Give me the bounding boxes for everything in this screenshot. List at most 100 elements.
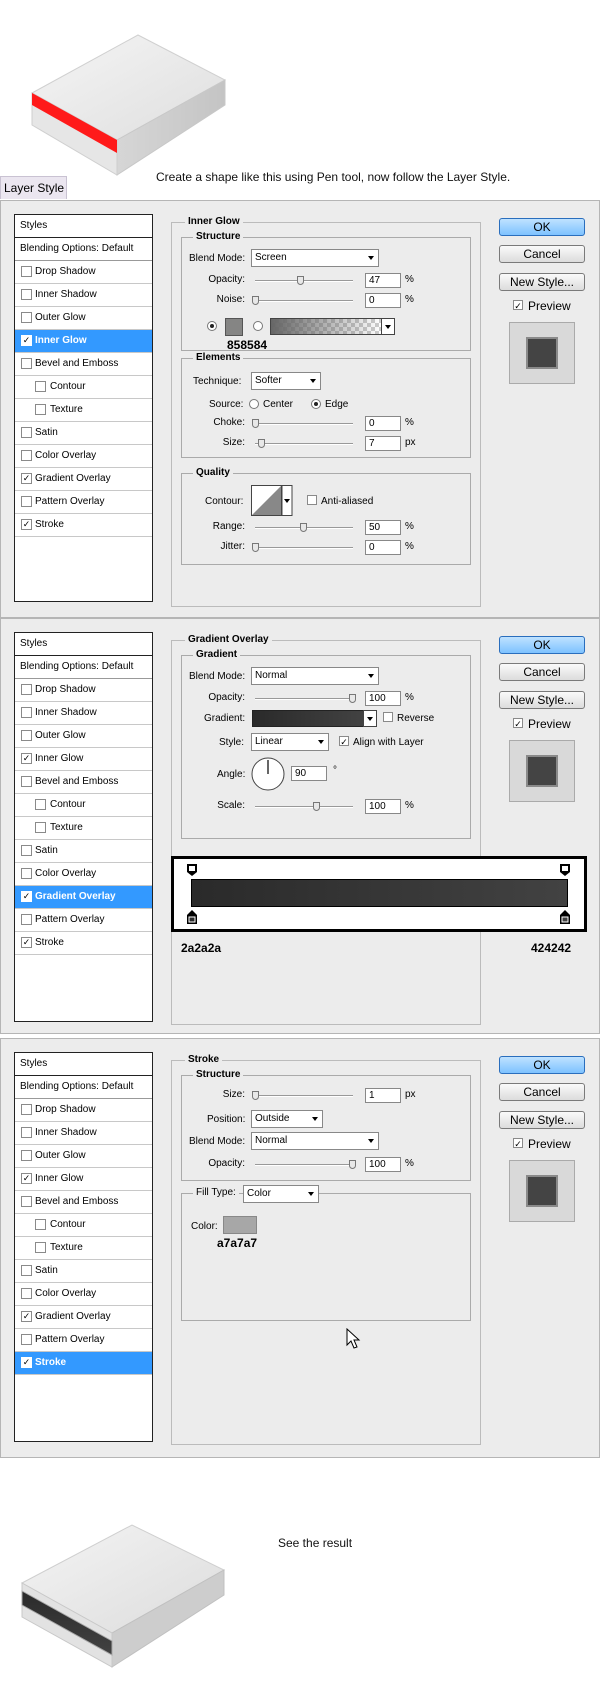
style-stroke[interactable]: ✓ Stroke: [15, 1352, 152, 1375]
style-drop-shadow[interactable]: Drop Shadow: [15, 679, 152, 702]
checkbox[interactable]: [21, 358, 32, 369]
checkbox[interactable]: [35, 381, 46, 392]
style-pattern-overlay[interactable]: Pattern Overlay: [15, 1329, 152, 1352]
style-bevel-emboss[interactable]: Bevel and Emboss: [15, 353, 152, 376]
style-drop-shadow[interactable]: Drop Shadow: [15, 1099, 152, 1122]
scale-slider-thumb[interactable]: [313, 802, 320, 811]
style-texture[interactable]: Texture: [15, 399, 152, 422]
color-stop-right[interactable]: [559, 909, 571, 925]
style-color-overlay[interactable]: Color Overlay: [15, 445, 152, 468]
checkbox[interactable]: [21, 450, 32, 461]
opacity-slider-thumb[interactable]: [349, 694, 356, 703]
gradient-picker[interactable]: [252, 710, 364, 727]
style-outer-glow[interactable]: Outer Glow: [15, 725, 152, 748]
style-inner-shadow[interactable]: Inner Shadow: [15, 702, 152, 725]
size-slider-track[interactable]: [255, 443, 353, 445]
size-slider-thumb[interactable]: [258, 439, 265, 448]
noise-input[interactable]: 0: [365, 293, 401, 308]
style-inner-glow[interactable]: ✓ Inner Glow: [15, 748, 152, 771]
contour-picker[interactable]: [251, 485, 293, 517]
preview-checkbox[interactable]: ✓: [513, 300, 523, 311]
preview-checkbox[interactable]: ✓: [513, 1138, 523, 1149]
align-with-layer-checkbox[interactable]: ✓: [339, 736, 349, 747]
blend-mode-select[interactable]: Normal: [251, 1132, 379, 1150]
choke-slider-track[interactable]: [255, 423, 353, 425]
style-pattern-overlay[interactable]: Pattern Overlay: [15, 491, 152, 514]
checkbox[interactable]: [21, 496, 32, 507]
checkbox[interactable]: [21, 289, 32, 300]
styles-header[interactable]: Styles: [15, 1053, 152, 1076]
checkbox-checked[interactable]: ✓: [21, 335, 32, 346]
checkbox[interactable]: [21, 1150, 32, 1161]
checkbox[interactable]: [21, 1288, 32, 1299]
checkbox-checked[interactable]: ✓: [21, 1173, 32, 1184]
style-stroke[interactable]: ✓ Stroke: [15, 932, 152, 955]
size-input[interactable]: 1: [365, 1088, 401, 1103]
opacity-input[interactable]: 100: [365, 691, 401, 706]
checkbox-checked[interactable]: ✓: [21, 1311, 32, 1322]
gradient-dropdown[interactable]: [381, 318, 395, 335]
checkbox[interactable]: [21, 868, 32, 879]
color-radio[interactable]: [207, 321, 217, 331]
checkbox[interactable]: [21, 914, 32, 925]
style-inner-glow[interactable]: ✓ Inner Glow: [15, 330, 152, 353]
gradient-dropdown[interactable]: [363, 710, 377, 727]
layer-style-tab[interactable]: Layer Style: [0, 176, 67, 199]
new-style-button[interactable]: New Style...: [499, 1111, 585, 1129]
source-edge-radio[interactable]: [311, 399, 321, 409]
style-outer-glow[interactable]: Outer Glow: [15, 307, 152, 330]
cancel-button[interactable]: Cancel: [499, 245, 585, 263]
opacity-stop-right[interactable]: [559, 863, 571, 877]
style-gradient-overlay[interactable]: ✓ Gradient Overlay: [15, 886, 152, 909]
checkbox[interactable]: [35, 404, 46, 415]
checkbox[interactable]: [21, 1334, 32, 1345]
glow-color-swatch[interactable]: [225, 318, 243, 336]
checkbox[interactable]: [21, 1127, 32, 1138]
style-gradient-overlay[interactable]: ✓ Gradient Overlay: [15, 1306, 152, 1329]
checkbox[interactable]: [35, 799, 46, 810]
style-pattern-overlay[interactable]: Pattern Overlay: [15, 909, 152, 932]
style-color-overlay[interactable]: Color Overlay: [15, 1283, 152, 1306]
angle-input[interactable]: 90: [291, 766, 327, 781]
opacity-slider-track[interactable]: [255, 1164, 353, 1166]
technique-select[interactable]: Softer: [251, 372, 321, 390]
checkbox[interactable]: [21, 730, 32, 741]
new-style-button[interactable]: New Style...: [499, 273, 585, 291]
checkbox[interactable]: [21, 684, 32, 695]
checkbox[interactable]: [21, 845, 32, 856]
size-slider-track[interactable]: [255, 1095, 353, 1097]
preview-checkbox[interactable]: ✓: [513, 718, 523, 729]
blend-mode-select[interactable]: Screen: [251, 249, 379, 267]
range-slider-thumb[interactable]: [300, 523, 307, 532]
style-texture[interactable]: Texture: [15, 1237, 152, 1260]
range-input[interactable]: 50: [365, 520, 401, 535]
style-bevel-emboss[interactable]: Bevel and Emboss: [15, 771, 152, 794]
noise-slider-thumb[interactable]: [252, 296, 259, 305]
noise-slider-track[interactable]: [255, 300, 353, 302]
scale-input[interactable]: 100: [365, 799, 401, 814]
blend-mode-select[interactable]: Normal: [251, 667, 379, 685]
scale-slider-track[interactable]: [255, 806, 353, 808]
opacity-slider-track[interactable]: [255, 698, 353, 700]
checkbox[interactable]: [35, 1242, 46, 1253]
color-stop-left[interactable]: [186, 909, 198, 925]
jitter-input[interactable]: 0: [365, 540, 401, 555]
jitter-slider-thumb[interactable]: [252, 543, 259, 552]
checkbox[interactable]: [35, 1219, 46, 1230]
style-select[interactable]: Linear: [251, 733, 329, 751]
ok-button[interactable]: OK: [499, 636, 585, 654]
fill-type-select[interactable]: Color: [243, 1185, 319, 1203]
checkbox[interactable]: [21, 266, 32, 277]
opacity-input[interactable]: 47: [365, 273, 401, 288]
reverse-checkbox[interactable]: [383, 712, 393, 722]
position-select[interactable]: Outside: [251, 1110, 323, 1128]
checkbox[interactable]: [21, 312, 32, 323]
styles-header[interactable]: Styles: [15, 215, 152, 238]
opacity-slider-track[interactable]: [255, 280, 353, 282]
glow-gradient-picker[interactable]: [270, 318, 382, 335]
style-contour[interactable]: Contour: [15, 1214, 152, 1237]
gradient-radio[interactable]: [253, 321, 263, 331]
ok-button[interactable]: OK: [499, 1056, 585, 1074]
style-contour[interactable]: Contour: [15, 794, 152, 817]
style-outer-glow[interactable]: Outer Glow: [15, 1145, 152, 1168]
